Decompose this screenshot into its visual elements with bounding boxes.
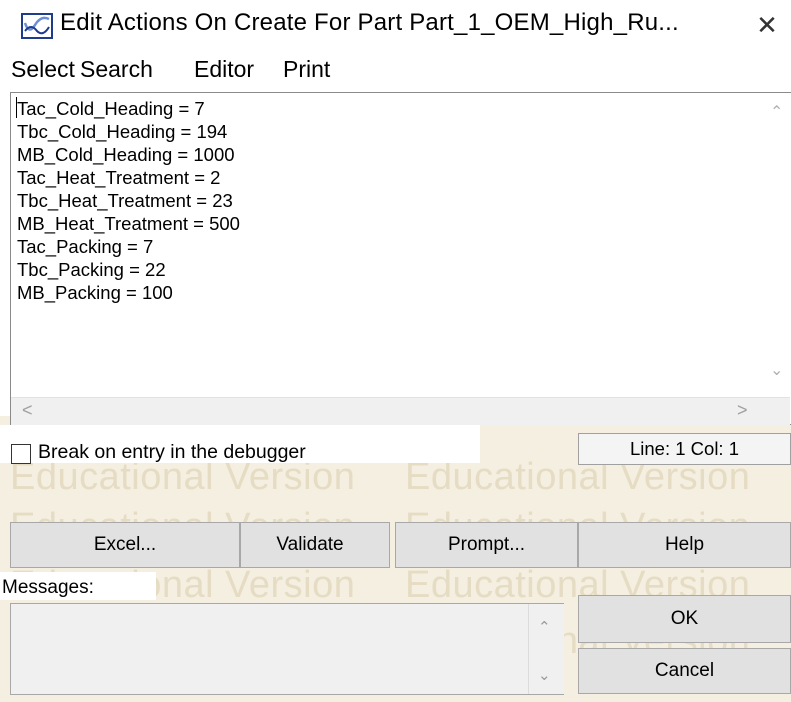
close-icon[interactable]: ✕: [752, 10, 782, 40]
scroll-up-icon[interactable]: ⌃: [770, 102, 783, 122]
scroll-down-icon[interactable]: ⌄: [770, 360, 783, 380]
text-caret: [16, 97, 17, 118]
menu-editor[interactable]: Editor: [194, 56, 254, 83]
editor-line: Tac_Heat_Treatment = 2: [17, 167, 221, 188]
horizontal-scrollbar[interactable]: [11, 397, 790, 425]
ok-button[interactable]: OK: [578, 595, 791, 643]
break-on-entry-checkbox[interactable]: [11, 444, 31, 464]
editor-line: MB_Cold_Heading = 1000: [17, 144, 235, 165]
menu-print[interactable]: Print: [283, 56, 330, 83]
scroll-up-icon[interactable]: ⌃: [538, 618, 551, 636]
menu-select[interactable]: Select: [11, 56, 75, 83]
scroll-left-icon[interactable]: <: [22, 400, 33, 421]
scroll-right-icon[interactable]: >: [737, 400, 748, 421]
cancel-button[interactable]: Cancel: [578, 648, 791, 694]
help-button[interactable]: Help: [578, 522, 791, 568]
excel-button[interactable]: Excel...: [10, 522, 240, 568]
menu-bar: Select Search Editor Print: [0, 50, 791, 90]
editor-line: MB_Packing = 100: [17, 282, 173, 303]
messages-box[interactable]: [10, 603, 564, 695]
prompt-button[interactable]: Prompt...: [395, 522, 578, 568]
editor-line: Tbc_Packing = 22: [17, 259, 166, 280]
editor-line: Tac_Cold_Heading = 7: [17, 98, 205, 119]
menu-search[interactable]: Search: [80, 56, 153, 83]
validate-button[interactable]: Validate: [240, 522, 390, 568]
script-editor[interactable]: Tac_Cold_Heading = 7 Tbc_Cold_Heading = …: [10, 92, 791, 425]
break-on-entry-label[interactable]: Break on entry in the debugger: [38, 441, 306, 464]
line-col-indicator: Line: 1 Col: 1: [578, 433, 791, 465]
window-title: Edit Actions On Create For Part Part_1_O…: [60, 9, 679, 36]
editor-line: Tbc_Cold_Heading = 194: [17, 121, 228, 142]
validate-button-label: Validate: [276, 534, 344, 555]
app-logo-icon: [21, 13, 53, 39]
editor-line: Tac_Packing = 7: [17, 236, 154, 257]
editor-line: MB_Heat_Treatment = 500: [17, 213, 240, 234]
editor-text[interactable]: Tac_Cold_Heading = 7 Tbc_Cold_Heading = …: [17, 97, 240, 304]
editor-line: Tbc_Heat_Treatment = 23: [17, 190, 233, 211]
messages-label: Messages:: [2, 577, 94, 598]
scroll-down-icon[interactable]: ⌄: [538, 666, 551, 684]
